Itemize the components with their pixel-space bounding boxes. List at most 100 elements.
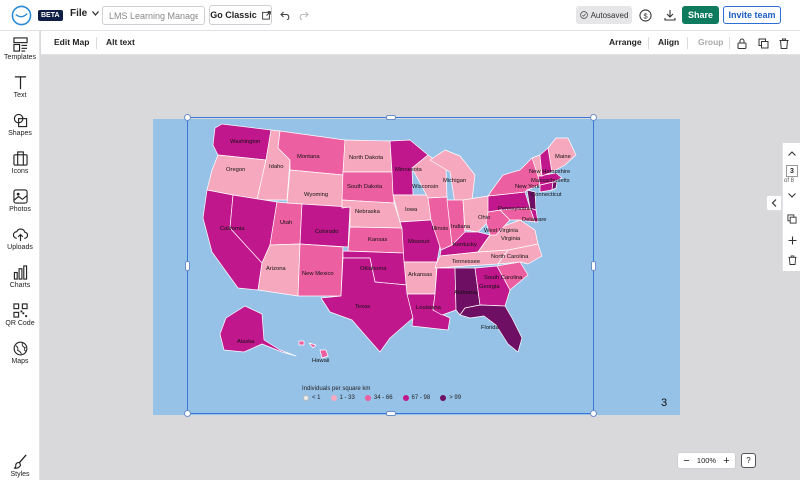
edit-map-button[interactable]: Edit Map <box>54 37 89 47</box>
state-label-north-dakota: North Dakota <box>349 155 384 161</box>
share-button[interactable]: Share <box>682 6 719 24</box>
sidebar-item-uploads[interactable]: Uploads <box>0 224 40 258</box>
sidebar-item-label: Styles <box>10 471 30 478</box>
state-label-new-mexico: New Mexico <box>302 271 334 277</box>
legend-item: 67 - 98 <box>402 395 430 401</box>
paintbrush-icon <box>13 454 27 469</box>
go-classic-button[interactable]: Go Classic <box>209 5 272 25</box>
sidebar-item-text[interactable]: Text <box>0 72 40 106</box>
state-colorado[interactable] <box>299 203 351 248</box>
external-link-icon <box>261 10 271 20</box>
chevron-up-icon[interactable] <box>785 146 799 160</box>
legend-swatch <box>364 395 371 401</box>
chevron-down-icon[interactable] <box>785 188 799 202</box>
state-label-tennessee: Tennessee <box>452 259 480 265</box>
delete-page-icon[interactable] <box>785 253 799 267</box>
top-bar: BETA File Go Classic Autosaved $ Share I… <box>0 0 800 31</box>
text-icon <box>14 76 26 90</box>
sidebar-item-label: Shapes <box>8 130 32 137</box>
legend-item: 34 - 66 <box>364 395 393 401</box>
state-label-delaware: Delaware <box>522 217 547 223</box>
autosaved-status: Autosaved <box>576 6 632 24</box>
state-label-connecticut: Connecticut <box>531 192 562 198</box>
sidebar-item-photos[interactable]: Photos <box>0 186 40 220</box>
state-new-mexico[interactable] <box>297 243 344 297</box>
state-label-kentucky: Kentucky <box>453 242 477 248</box>
state-arkansas[interactable] <box>403 261 438 295</box>
state-label-new-hampshire: New Hampshire <box>529 169 570 175</box>
photos-icon <box>12 189 28 204</box>
zoom-level[interactable]: 100% <box>697 456 716 465</box>
state-wyoming[interactable] <box>286 169 344 209</box>
slide-number: 3 <box>661 397 668 409</box>
state-label-georgia: Georgia <box>479 284 500 290</box>
state-label-new-york: New York <box>515 184 540 190</box>
state-label-arkansas: Arkansas <box>408 272 432 278</box>
help-button[interactable]: ? <box>741 453 756 468</box>
state-label-virginia: Virginia <box>501 236 521 242</box>
toolbar-divider <box>648 37 649 49</box>
arrange-button[interactable]: Arrange <box>609 37 642 47</box>
state-label-ohio: Ohio <box>478 215 490 221</box>
charts-icon <box>13 265 27 280</box>
zoom-out-button[interactable]: − <box>681 455 692 467</box>
trash-icon[interactable] <box>777 36 791 50</box>
slide-canvas[interactable]: Washington Oregon California Idaho Monta… <box>153 119 680 415</box>
undo-icon[interactable] <box>277 7 293 23</box>
sidebar-item-maps[interactable]: Maps <box>0 338 40 372</box>
sidebar-item-label: Templates <box>4 54 36 61</box>
state-label-washington: Washington <box>230 139 260 145</box>
document-title-input[interactable] <box>102 6 205 25</box>
us-map[interactable]: Washington Oregon California Idaho Monta… <box>153 119 680 415</box>
state-label-south-carolina: South Carolina <box>484 275 523 281</box>
state-label-kansas: Kansas <box>368 237 387 243</box>
go-classic-label: Go Classic <box>210 10 257 20</box>
sidebar-item-icons[interactable]: Icons <box>0 148 40 182</box>
invite-team-button[interactable]: Invite team <box>723 6 781 24</box>
sidebar-item-qr-code[interactable]: QR Code <box>0 300 40 334</box>
legend-swatch <box>330 395 337 401</box>
sidebar-item-styles[interactable]: Styles <box>0 451 40 480</box>
align-button[interactable]: Align <box>658 37 679 47</box>
state-label-maine: Maine <box>555 154 571 160</box>
collapse-panel-button[interactable] <box>766 195 782 211</box>
add-page-icon[interactable] <box>785 233 799 247</box>
check-circle-icon <box>579 11 588 19</box>
duplicate-page-icon[interactable] <box>785 212 799 226</box>
duplicate-icon[interactable] <box>756 36 770 50</box>
sidebar-item-templates[interactable]: Templates <box>0 34 40 68</box>
app-logo-icon[interactable] <box>11 5 32 26</box>
sidebar-item-charts[interactable]: Charts <box>0 262 40 296</box>
state-alaska[interactable] <box>219 305 297 357</box>
state-label-illinois: Illinois <box>432 226 448 232</box>
group-button[interactable]: Group <box>698 37 724 47</box>
current-page-input[interactable]: 3 <box>786 165 798 177</box>
redo-icon[interactable] <box>295 7 311 23</box>
download-icon[interactable] <box>661 6 679 24</box>
dollar-icon[interactable]: $ <box>636 6 654 24</box>
state-hawaii[interactable] <box>298 340 329 359</box>
lock-icon[interactable] <box>735 36 749 50</box>
legend-item: < 1 <box>303 395 321 401</box>
state-label-wyoming: Wyoming <box>304 192 328 198</box>
alt-text-button[interactable]: Alt text <box>106 37 135 47</box>
legend-item: 1 - 33 <box>330 395 355 401</box>
state-label-colorado: Colorado <box>315 229 339 235</box>
state-label-pennsylvania: Pennsylvania <box>498 206 533 212</box>
zoom-in-button[interactable]: + <box>721 455 732 467</box>
sidebar-item-shapes[interactable]: Shapes <box>0 110 40 144</box>
state-label-alaska: Alaska <box>237 339 255 345</box>
file-menu[interactable]: File <box>70 8 100 19</box>
toolbar-divider <box>729 37 730 49</box>
state-new-york[interactable] <box>487 157 541 197</box>
qr-code-icon <box>12 303 28 318</box>
state-label-california: California <box>220 226 245 232</box>
state-label-arizona: Arizona <box>266 266 286 272</box>
state-label-oregon: Oregon <box>226 167 245 173</box>
uploads-icon <box>12 228 28 242</box>
legend-item: > 99 <box>440 395 461 401</box>
beta-badge: BETA <box>38 10 63 21</box>
sidebar-item-label: Uploads <box>7 244 33 251</box>
zoom-control: − 100% + <box>677 452 736 469</box>
file-menu-label: File <box>70 8 88 19</box>
